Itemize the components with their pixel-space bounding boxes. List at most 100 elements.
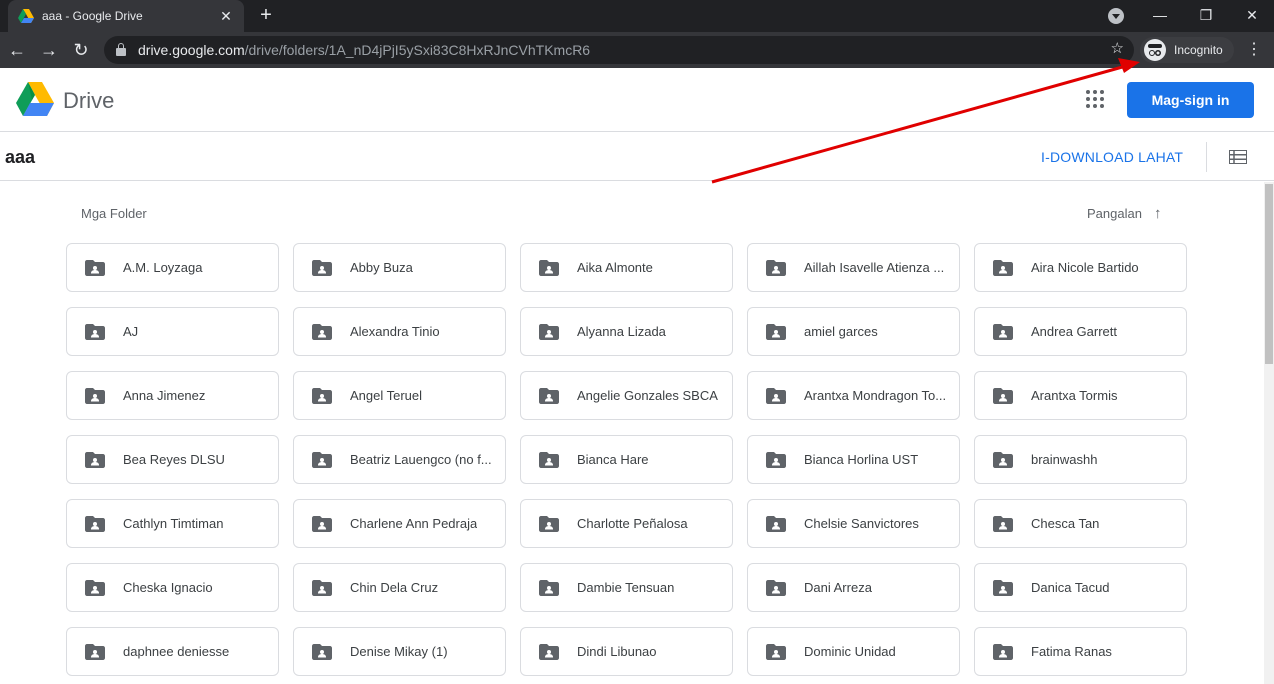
folder-tile[interactable]: Dominic Unidad: [747, 627, 960, 676]
shared-folder-icon: [766, 515, 786, 532]
folder-name: Cathlyn Timtiman: [123, 516, 224, 531]
download-all-button[interactable]: I-DOWNLOAD LAHAT: [1041, 149, 1183, 165]
drive-header: Drive Mag-sign in: [0, 68, 1274, 132]
folder-tile[interactable]: Alyanna Lizada: [520, 307, 733, 356]
profile-dropdown-icon[interactable]: [1108, 8, 1124, 24]
minimize-icon[interactable]: —: [1146, 4, 1174, 28]
folder-tile[interactable]: Angelie Gonzales SBCA: [520, 371, 733, 420]
folder-name: Dambie Tensuan: [577, 580, 675, 595]
reload-icon[interactable]: ↻: [68, 37, 94, 63]
shared-folder-icon: [993, 323, 1013, 340]
tab-title: aaa - Google Drive: [42, 9, 143, 23]
folder-tile[interactable]: Arantxa Mondragon To...: [747, 371, 960, 420]
folder-name: Dani Arreza: [804, 580, 872, 595]
folder-name: Cheska Ignacio: [123, 580, 213, 595]
sign-in-button[interactable]: Mag-sign in: [1127, 82, 1254, 118]
browser-tab-strip: aaa - Google Drive ✕ + — ❐ ✕: [0, 0, 1274, 32]
folder-tile[interactable]: Alexandra Tinio: [293, 307, 506, 356]
folder-name: Arantxa Tormis: [1031, 388, 1118, 403]
folder-name: Aira Nicole Bartido: [1031, 260, 1139, 275]
folder-tile[interactable]: Chesca Tan: [974, 499, 1187, 548]
folder-name: Dominic Unidad: [804, 644, 896, 659]
new-tab-icon[interactable]: +: [254, 4, 278, 28]
folder-name: Bea Reyes DLSU: [123, 452, 225, 467]
folder-name: Abby Buza: [350, 260, 413, 275]
shared-folder-icon: [312, 323, 332, 340]
shared-folder-icon: [539, 515, 559, 532]
folder-toolbar: aaa I-DOWNLOAD LAHAT: [0, 132, 1274, 181]
folder-tile[interactable]: Cathlyn Timtiman: [66, 499, 279, 548]
folder-name: Beatriz Lauengco (no f...: [350, 452, 492, 467]
browser-menu-icon[interactable]: ⋮: [1244, 37, 1264, 63]
incognito-indicator[interactable]: Incognito: [1140, 37, 1234, 63]
folder-tile[interactable]: A.M. Loyzaga: [66, 243, 279, 292]
url-text: drive.google.com/drive/folders/1A_nD4jPj…: [138, 42, 590, 58]
folder-tile[interactable]: Bianca Hare: [520, 435, 733, 484]
drive-brand-title[interactable]: Drive: [63, 88, 114, 114]
google-drive-logo-icon[interactable]: [16, 82, 54, 116]
folder-name: AJ: [123, 324, 139, 339]
folder-tile[interactable]: Bianca Horlina UST: [747, 435, 960, 484]
restore-icon[interactable]: ❐: [1192, 4, 1220, 28]
list-view-icon[interactable]: [1229, 150, 1247, 164]
toolbar-divider: [1206, 142, 1207, 172]
shared-folder-icon: [539, 451, 559, 468]
close-window-icon[interactable]: ✕: [1238, 4, 1266, 28]
shared-folder-icon: [539, 387, 559, 404]
sort-ascending-icon[interactable]: ↑: [1154, 205, 1162, 222]
shared-folder-icon: [312, 387, 332, 404]
google-apps-icon[interactable]: [1084, 88, 1106, 110]
folder-tile[interactable]: Anna Jimenez: [66, 371, 279, 420]
sort-by-name-button[interactable]: Pangalan ↑: [1087, 205, 1161, 222]
folder-tile[interactable]: Chin Dela Cruz: [293, 563, 506, 612]
scrollbar-thumb[interactable]: [1265, 184, 1273, 364]
folder-tile[interactable]: Aika Almonte: [520, 243, 733, 292]
shared-folder-icon: [312, 451, 332, 468]
shared-folder-icon: [766, 643, 786, 660]
folder-tile[interactable]: Dambie Tensuan: [520, 563, 733, 612]
sort-label: Pangalan: [1087, 206, 1142, 221]
folder-tile[interactable]: Cheska Ignacio: [66, 563, 279, 612]
folder-tile[interactable]: amiel garces: [747, 307, 960, 356]
folder-tile[interactable]: Bea Reyes DLSU: [66, 435, 279, 484]
folder-tile[interactable]: AJ: [66, 307, 279, 356]
address-bar[interactable]: drive.google.com/drive/folders/1A_nD4jPj…: [104, 36, 1134, 64]
folder-tile[interactable]: Danica Tacud: [974, 563, 1187, 612]
folder-tile[interactable]: Aillah Isavelle Atienza ...: [747, 243, 960, 292]
bookmark-star-icon[interactable]: ☆: [1111, 39, 1124, 57]
folder-tile[interactable]: Charlotte Peñalosa: [520, 499, 733, 548]
url-domain: drive.google.com: [138, 42, 245, 58]
page-title: aaa: [5, 147, 36, 167]
folder-tile[interactable]: Abby Buza: [293, 243, 506, 292]
folder-tile[interactable]: Chelsie Sanvictores: [747, 499, 960, 548]
folder-tile[interactable]: Angel Teruel: [293, 371, 506, 420]
forward-icon[interactable]: →: [36, 37, 62, 63]
folder-name: Charlene Ann Pedraja: [350, 516, 478, 531]
shared-folder-icon: [539, 643, 559, 660]
folder-tile[interactable]: Beatriz Lauengco (no f...: [293, 435, 506, 484]
folder-tile[interactable]: Dindi Libunao: [520, 627, 733, 676]
folder-tile[interactable]: daphnee deniesse: [66, 627, 279, 676]
folder-tile[interactable]: Arantxa Tormis: [974, 371, 1187, 420]
back-icon[interactable]: ←: [4, 37, 30, 63]
close-tab-icon[interactable]: ✕: [218, 8, 234, 25]
shared-folder-icon: [766, 323, 786, 340]
shared-folder-icon: [993, 515, 1013, 532]
lock-icon[interactable]: [116, 43, 126, 56]
folder-tile[interactable]: Denise Mikay (1): [293, 627, 506, 676]
folder-name: Fatima Ranas: [1031, 644, 1112, 659]
folder-name: Alyanna Lizada: [577, 324, 666, 339]
shared-folder-icon: [766, 579, 786, 596]
folder-tile[interactable]: Dani Arreza: [747, 563, 960, 612]
folder-tile[interactable]: Aira Nicole Bartido: [974, 243, 1187, 292]
folder-name: brainwashh: [1031, 452, 1098, 467]
folder-tile[interactable]: Charlene Ann Pedraja: [293, 499, 506, 548]
shared-folder-icon: [539, 323, 559, 340]
folder-tile[interactable]: Andrea Garrett: [974, 307, 1187, 356]
folder-name: Angelie Gonzales SBCA: [577, 388, 718, 403]
shared-folder-icon: [766, 387, 786, 404]
browser-tab[interactable]: aaa - Google Drive ✕: [8, 0, 244, 32]
folder-tile[interactable]: Fatima Ranas: [974, 627, 1187, 676]
shared-folder-icon: [85, 323, 105, 340]
folder-tile[interactable]: brainwashh: [974, 435, 1187, 484]
